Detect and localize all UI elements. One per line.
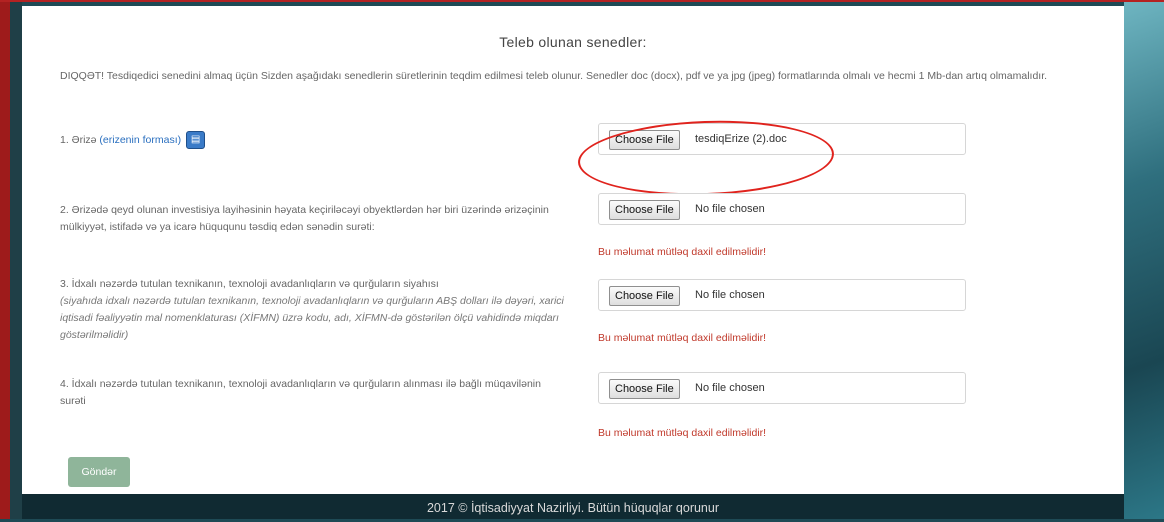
item-1-label-row: 1. Ərizə (erizenin forması) ▤ [60, 131, 565, 149]
item-4-label: 4. İdxalı nəzərdə tutulan texnikanın, te… [60, 378, 541, 407]
page-title: Teleb olunan senedler: [499, 34, 647, 50]
item-3-choose-file-button[interactable]: Choose File [609, 286, 680, 306]
item-3-file-input[interactable]: Choose File No file chosen [598, 279, 966, 311]
item-3-file-name: No file chosen [695, 289, 765, 301]
left-background [10, 0, 22, 519]
documents-form: Teleb olunan senedler: DIQQƏT! Tesdiqedi… [22, 6, 1124, 494]
footer-copyright: 2017 © İqtisadiyyat Nazirliyi. Bütün hüq… [22, 494, 1124, 519]
document-icon[interactable]: ▤ [186, 131, 206, 149]
item-4-error: Bu məlumat mütləq daxil edilməlidir! [598, 427, 767, 439]
item-3-error: Bu məlumat mütləq daxil edilməlidir! [598, 332, 767, 344]
item-4-choose-file-button[interactable]: Choose File [609, 379, 680, 399]
application-form-link[interactable]: (erizenin forması) [99, 134, 181, 146]
item-4-file-input[interactable]: Choose File No file chosen [598, 372, 966, 404]
item-2-file-name: No file chosen [695, 203, 765, 215]
submit-button[interactable]: Göndər [68, 457, 130, 487]
item-3-label: 3. İdxalı nəzərdə tutulan texnikanın, te… [60, 278, 439, 290]
item-2-error: Bu məlumat mütləq daxil edilməlidir! [598, 246, 767, 258]
item-2-choose-file-button[interactable]: Choose File [609, 200, 680, 220]
warning-text: DIQQƏT! Tesdiqedici senedini almaq üçün … [60, 70, 1048, 82]
window-top-border [0, 0, 1164, 2]
item-2-label: 2. Ərizədə qeyd olunan investisiya layih… [60, 204, 549, 233]
item-3-label-block: 3. İdxalı nəzərdə tutulan texnikanın, te… [60, 276, 565, 344]
window-left-border [0, 0, 10, 519]
item-4-file-name: No file chosen [695, 382, 765, 394]
item-2-file-input[interactable]: Choose File No file chosen [598, 193, 966, 225]
right-background [1124, 0, 1164, 519]
item-3-note: (siyahıda idxalı nəzərdə tutulan texnika… [60, 295, 564, 341]
item-1-label: 1. Ərizə [60, 133, 97, 146]
